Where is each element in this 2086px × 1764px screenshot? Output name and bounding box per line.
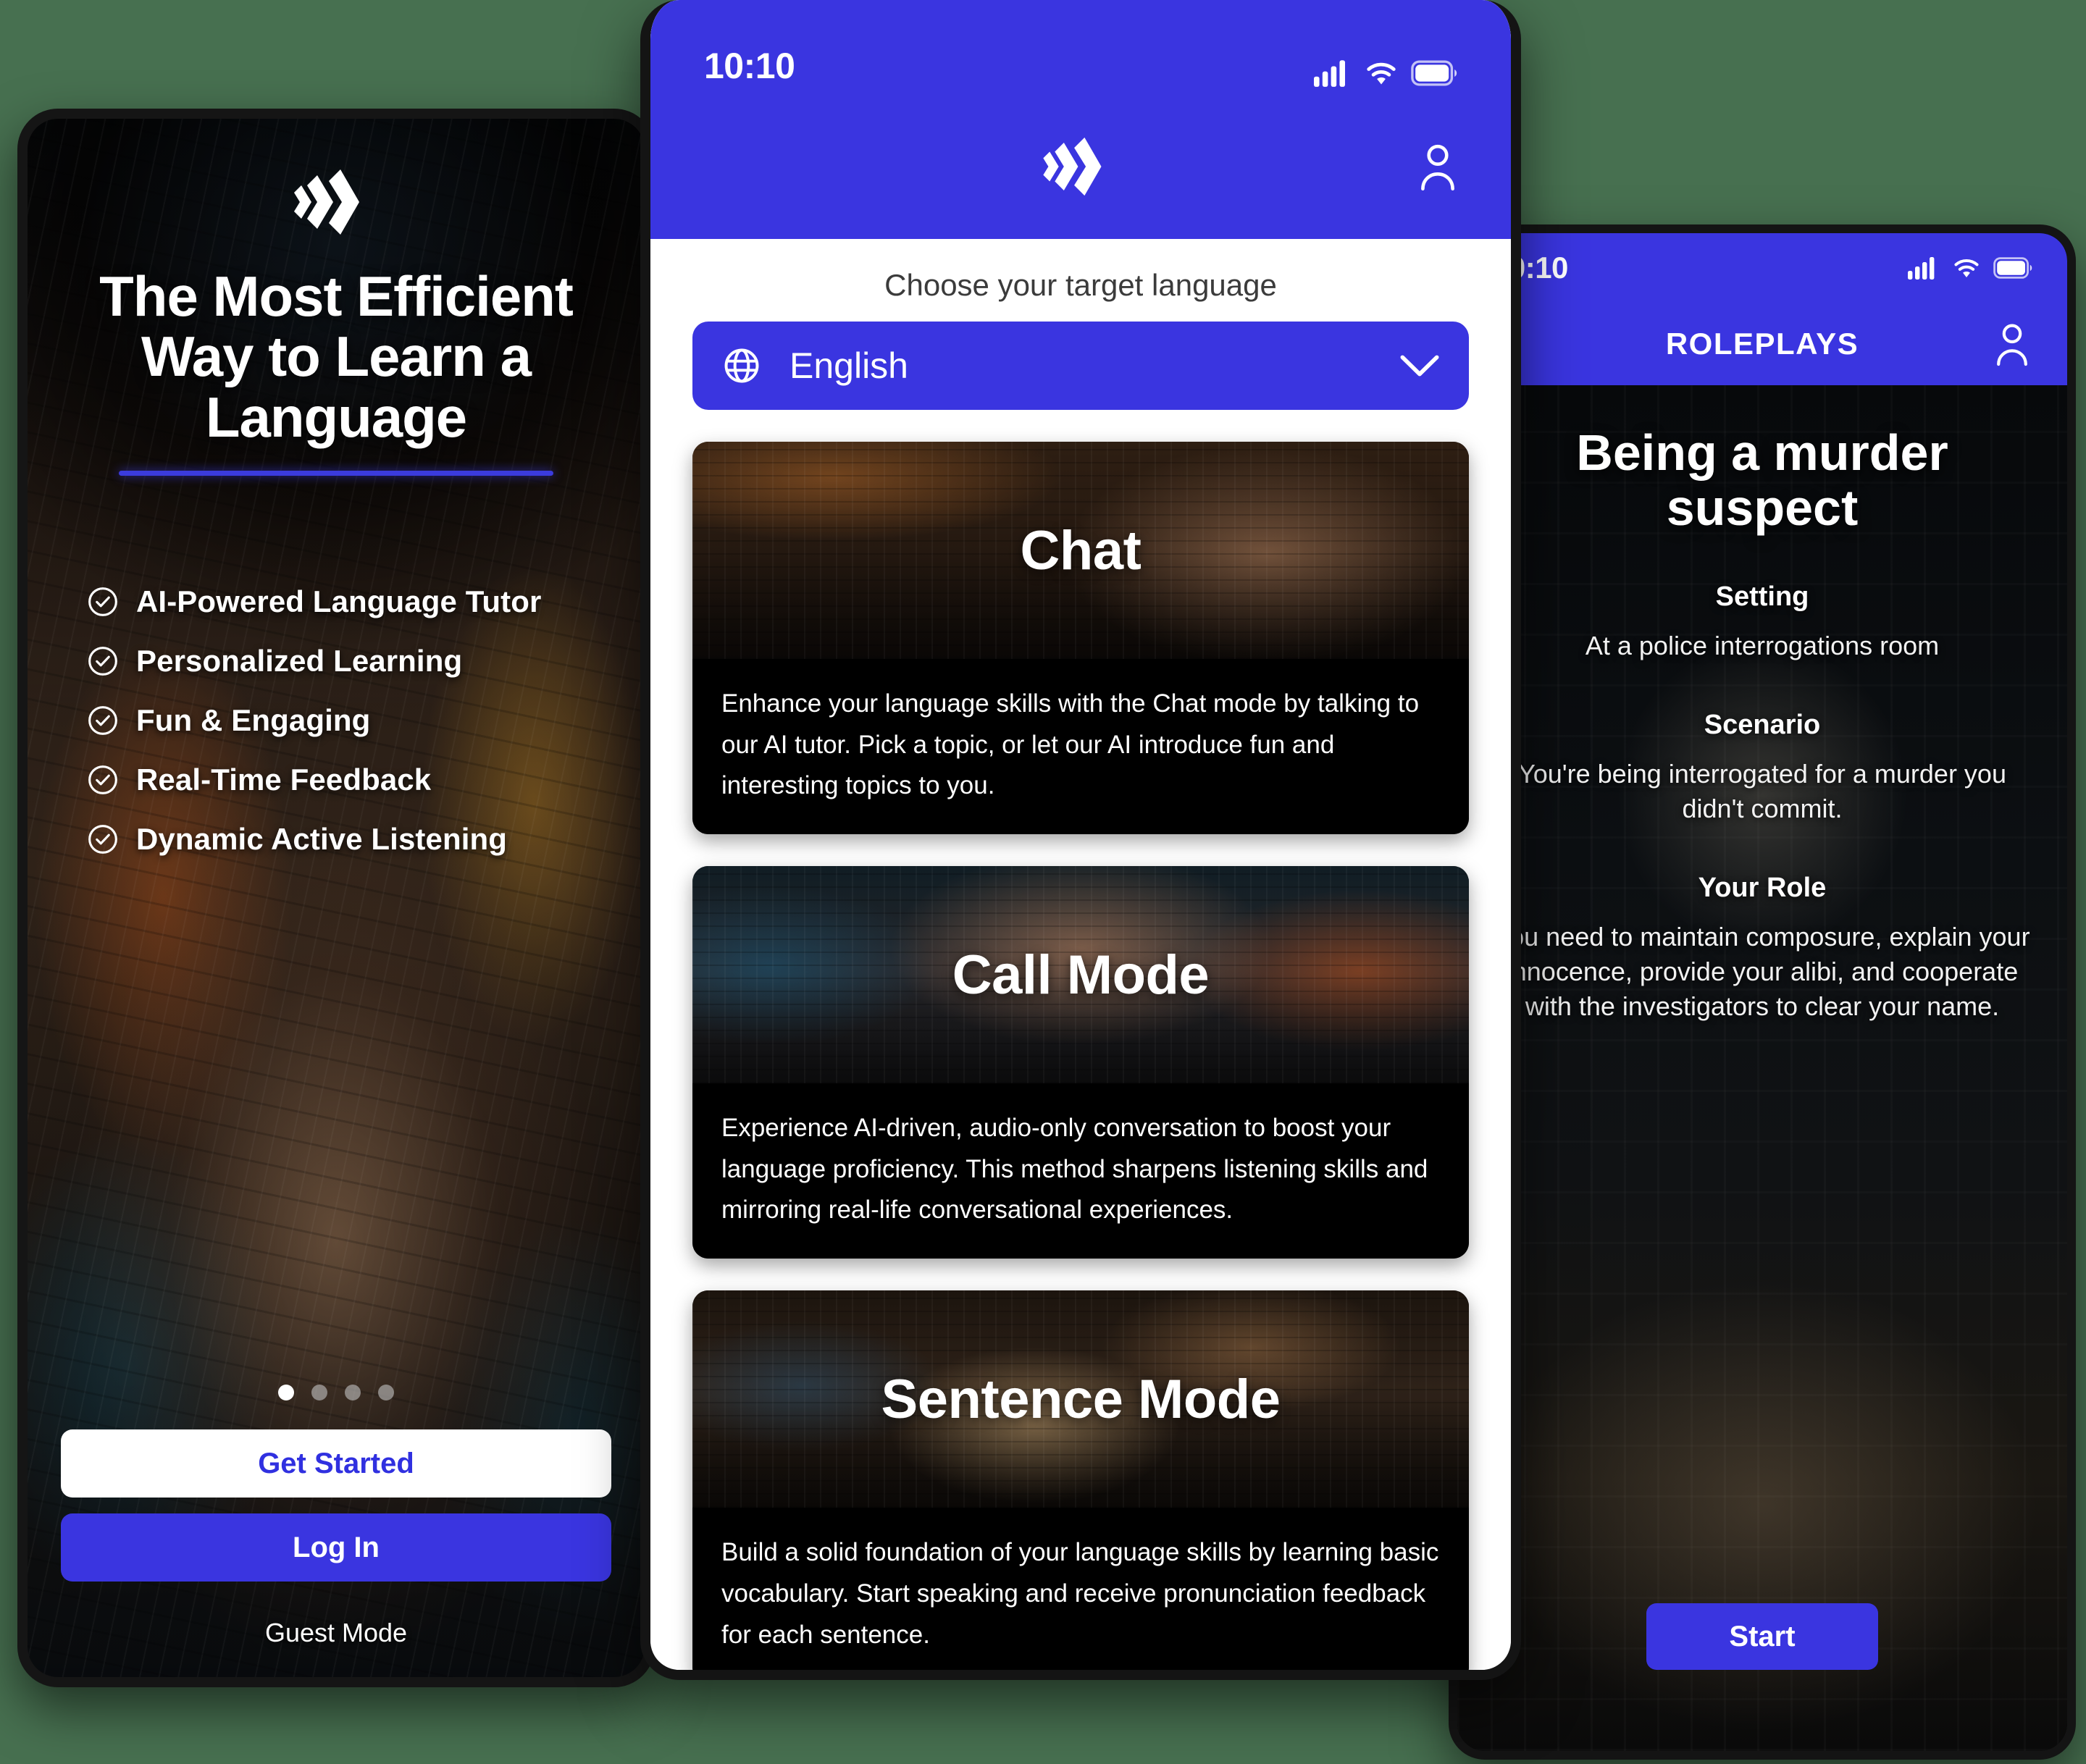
pager-dot-3[interactable] <box>345 1385 361 1400</box>
mode-hero-image-call: Call Mode <box>692 866 1469 1084</box>
feature-label: AI-Powered Language Tutor <box>136 584 542 619</box>
chevron-down-icon <box>1399 352 1440 379</box>
person-account-icon[interactable] <box>1415 142 1460 191</box>
mode-card-chat[interactable]: Chat Enhance your language skills with t… <box>692 442 1469 835</box>
mode-hero-image-chat: Chat <box>692 442 1469 659</box>
check-circle-icon <box>87 823 119 855</box>
language-select[interactable]: English <box>692 322 1469 410</box>
phone-modes: 10:10 Choose your target language Englis… <box>640 0 1521 1680</box>
mode-description: Experience AI-driven, audio-only convers… <box>692 1083 1469 1259</box>
feature-label: Fun & Engaging <box>136 703 371 738</box>
status-bar: 10:10 <box>650 0 1511 94</box>
mode-hero-image-sentence: Sentence Mode <box>692 1290 1469 1508</box>
wifi-icon <box>1951 256 1982 280</box>
check-circle-icon <box>87 764 119 796</box>
language-select-value: English <box>789 345 908 386</box>
section-text-your-role: You need to maintain composure, explain … <box>1494 921 2030 1021</box>
onboarding-actions: Get Started Log In Guest Mode <box>61 1429 611 1648</box>
sound-wave-logo <box>293 162 380 242</box>
section-text-setting: At a police interrogations room <box>1585 631 1940 661</box>
modes-screen: 10:10 Choose your target language Englis… <box>650 0 1511 1670</box>
cellular-signal-icon <box>1314 59 1352 87</box>
mode-card-sentence[interactable]: Sentence Mode Build a solid foundation o… <box>692 1290 1469 1670</box>
get-started-button[interactable]: Get Started <box>61 1429 611 1498</box>
roleplay-header: 10:10 ROLEPLAYS <box>1457 233 2067 385</box>
globe-icon <box>721 345 762 386</box>
carousel-pager[interactable] <box>278 1385 394 1429</box>
choose-language-label: Choose your target language <box>884 268 1277 302</box>
pager-dot-4[interactable] <box>378 1385 394 1400</box>
person-account-icon[interactable] <box>1992 322 2032 366</box>
title-divider <box>119 471 553 476</box>
status-clock: 10:10 <box>704 46 795 86</box>
list-item: Dynamic Active Listening <box>87 822 611 857</box>
feature-label: Personalized Learning <box>136 644 463 679</box>
section-text-scenario: You're being interrogated for a murder y… <box>1518 759 2006 823</box>
battery-full-icon <box>1411 60 1457 86</box>
battery-full-icon <box>1993 257 2032 279</box>
mode-description: Build a solid foundation of your languag… <box>692 1508 1469 1670</box>
list-item: Fun & Engaging <box>87 703 611 738</box>
mode-title: Call Mode <box>952 944 1210 1006</box>
pager-dot-1[interactable] <box>278 1385 294 1400</box>
roleplay-screen: 10:10 ROLEPLAYS Being a murder suspect S… <box>1457 233 2067 1751</box>
feature-label: Real-Time Feedback <box>136 763 432 797</box>
section-label-your-role: Your Role <box>1698 872 1827 903</box>
check-circle-icon <box>87 705 119 736</box>
section-label-setting: Setting <box>1715 581 1809 613</box>
list-item: Personalized Learning <box>87 644 611 679</box>
guest-mode-link[interactable]: Guest Mode <box>265 1618 407 1648</box>
roleplay-body: Being a murder suspect Setting At a poli… <box>1457 385 2067 1751</box>
log-in-button[interactable]: Log In <box>61 1513 611 1582</box>
section-label-scenario: Scenario <box>1704 710 1821 741</box>
modes-header: 10:10 <box>650 0 1511 239</box>
mode-title: Sentence Mode <box>881 1368 1281 1430</box>
screenshot-stage: The Most Efficient Way to Learn a Langua… <box>0 0 2086 1764</box>
check-circle-icon <box>87 645 119 677</box>
phone-roleplays: 10:10 ROLEPLAYS Being a murder suspect S… <box>1449 224 2076 1760</box>
page-title: ROLEPLAYS <box>1665 327 1859 361</box>
status-indicators <box>1908 256 2032 280</box>
wifi-icon <box>1363 59 1399 87</box>
status-bar: 10:10 <box>1457 233 2067 303</box>
modes-scroll-area[interactable]: Choose your target language English Chat <box>650 239 1511 1670</box>
onboarding-content: The Most Efficient Way to Learn a Langua… <box>28 119 645 1677</box>
cellular-signal-icon <box>1908 256 1940 280</box>
modes-navbar <box>650 94 1511 239</box>
phone-onboarding: The Most Efficient Way to Learn a Langua… <box>17 109 655 1687</box>
page-title: The Most Efficient Way to Learn a Langua… <box>99 264 574 449</box>
mode-description: Enhance your language skills with the Ch… <box>692 659 1469 835</box>
feature-list: AI-Powered Language Tutor Personalized L… <box>61 584 611 881</box>
pager-dot-2[interactable] <box>311 1385 327 1400</box>
start-button[interactable]: Start <box>1646 1603 1878 1670</box>
sound-wave-logo <box>1042 131 1120 202</box>
mode-title: Chat <box>1020 519 1142 581</box>
scenario-title: Being a murder suspect <box>1576 424 1948 536</box>
roleplay-navbar: ROLEPLAYS <box>1457 303 2067 385</box>
onboarding-screen: The Most Efficient Way to Learn a Langua… <box>28 119 645 1677</box>
list-item: AI-Powered Language Tutor <box>87 584 611 619</box>
feature-label: Dynamic Active Listening <box>136 822 507 857</box>
mode-card-call[interactable]: Call Mode Experience AI-driven, audio-on… <box>692 866 1469 1259</box>
check-circle-icon <box>87 586 119 618</box>
status-indicators <box>1314 59 1457 87</box>
list-item: Real-Time Feedback <box>87 763 611 797</box>
